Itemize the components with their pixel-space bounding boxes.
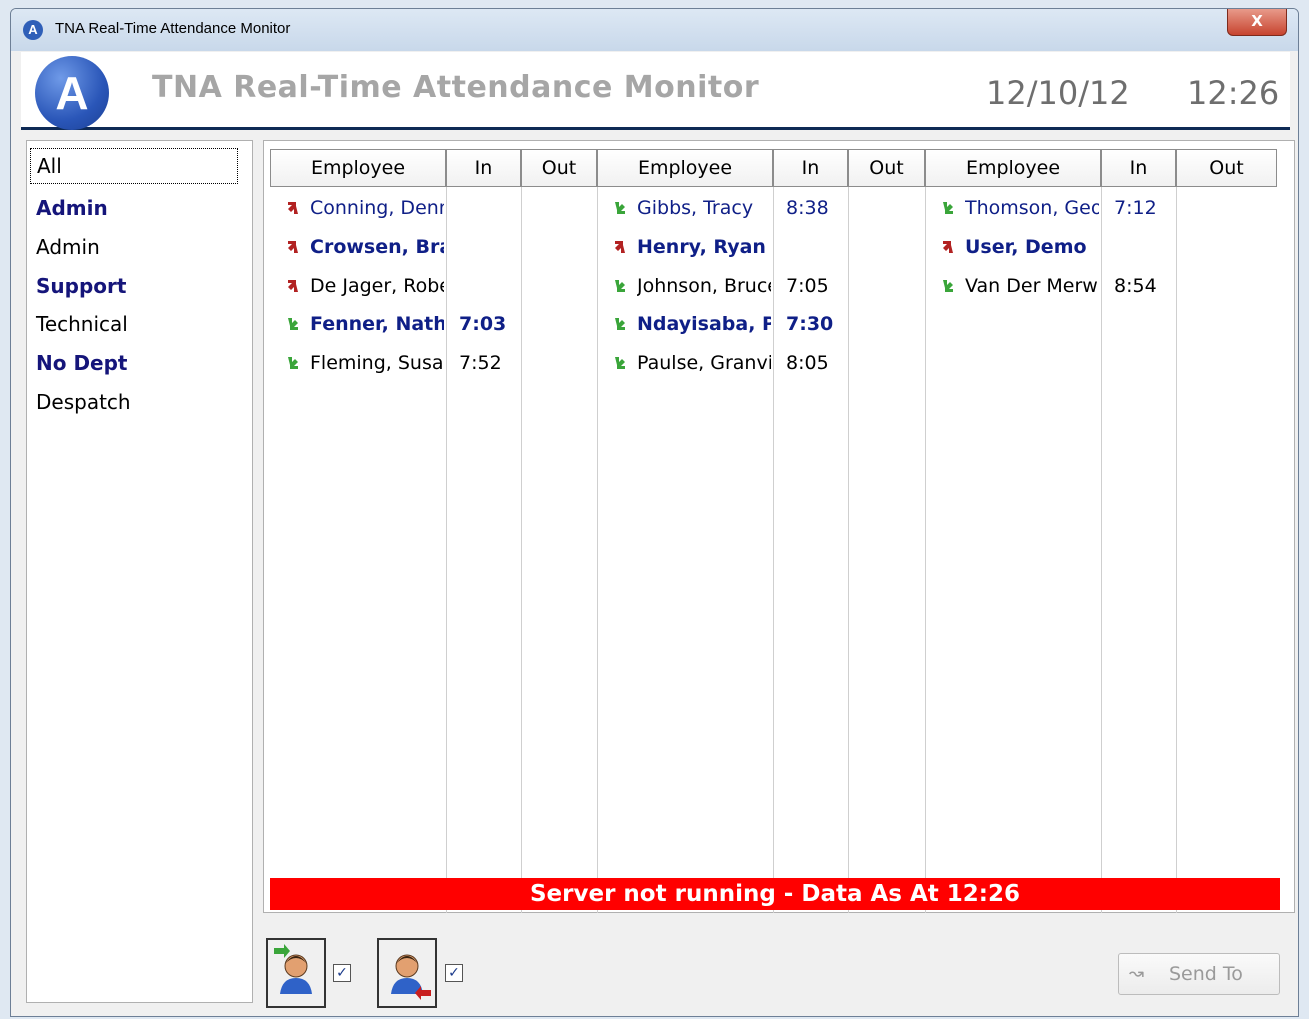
clock-out-arrow-icon (615, 241, 625, 253)
employee-name[interactable]: Johnson, Bruce (637, 275, 771, 297)
app-title: TNA Real-Time Attendance Monitor (152, 70, 760, 105)
column-header-in-1[interactable]: In (446, 149, 521, 187)
clock-in-time: 8:05 (786, 352, 829, 374)
employee-name[interactable]: User, Demo (965, 236, 1099, 258)
clock-in-time: 7:05 (786, 275, 829, 297)
clock-out-arrow-icon (288, 241, 298, 253)
column-divider (773, 187, 774, 913)
employee-out-icon (391, 954, 431, 1000)
server-status-banner: Server not running - Data As At 12:26 (270, 878, 1280, 910)
window-title: TNA Real-Time Attendance Monitor (55, 20, 291, 37)
column-divider (597, 187, 598, 913)
column-header-employee-1[interactable]: Employee (270, 149, 446, 187)
column-divider (521, 187, 522, 913)
main-window: A TNA Real-Time Attendance Monitor X A T… (10, 8, 1299, 1017)
column-header-out-1[interactable]: Out (521, 149, 597, 187)
clock-in-time: 8:54 (1114, 275, 1157, 297)
employee-name[interactable]: Fenner, Nath: (310, 313, 444, 335)
clock-in-arrow-icon (615, 280, 625, 292)
clock-in-time: 7:03 (459, 313, 507, 335)
show-out-checkbox[interactable]: ✓ (445, 964, 463, 982)
column-header-in-2[interactable]: In (773, 149, 848, 187)
app-icon: A (23, 20, 43, 40)
column-divider (1176, 187, 1177, 913)
dept-item-support-group[interactable]: Support (36, 274, 126, 298)
dept-item-technical[interactable]: Technical (36, 312, 128, 336)
attendance-grid: Employee In Out Employee In Out Employee In Out C… (263, 140, 1295, 913)
title-bar[interactable]: A TNA Real-Time Attendance Monitor X (11, 9, 1298, 51)
clock-out-arrow-icon (943, 241, 953, 253)
show-clocked-out-button[interactable] (377, 938, 437, 1008)
employee-name[interactable]: De Jager, Robe (310, 275, 444, 297)
clock-in-time: 7:52 (459, 352, 502, 374)
employee-name[interactable]: Henry, Ryan (637, 236, 771, 258)
clock-out-arrow-icon (288, 202, 298, 214)
send-to-button[interactable]: ↝ Send To (1118, 953, 1280, 995)
show-clocked-in-button[interactable] (266, 938, 326, 1008)
header-time: 12:26 (1187, 74, 1280, 112)
clock-out-arrow-icon (288, 280, 298, 292)
dept-item-admin[interactable]: Admin (36, 235, 100, 259)
clock-in-arrow-icon (288, 318, 298, 330)
employee-name[interactable]: Paulse, Granvil (637, 352, 771, 374)
dept-item-no-dept-group[interactable]: No Dept (36, 351, 127, 375)
logo-icon: A (35, 56, 109, 130)
clock-in-arrow-icon (615, 357, 625, 369)
send-icon: ↝ (1129, 963, 1145, 984)
column-header-in-3[interactable]: In (1101, 149, 1176, 187)
clock-in-arrow-icon (943, 280, 953, 292)
send-to-label: Send To (1169, 963, 1243, 985)
column-header-out-3[interactable]: Out (1176, 149, 1277, 187)
column-header-out-2[interactable]: Out (848, 149, 925, 187)
column-divider (446, 187, 447, 913)
header-date: 12/10/12 (986, 74, 1130, 112)
employee-name[interactable]: Van Der Merwı (965, 275, 1099, 297)
employee-in-icon (274, 944, 312, 994)
column-header-employee-2[interactable]: Employee (597, 149, 773, 187)
column-divider (848, 187, 849, 913)
employee-name[interactable]: Gibbs, Tracy (637, 197, 771, 219)
show-in-checkbox[interactable]: ✓ (333, 964, 351, 982)
close-button[interactable]: X (1227, 9, 1287, 36)
clock-in-arrow-icon (615, 202, 625, 214)
column-header-employee-3[interactable]: Employee (925, 149, 1101, 187)
dept-item-admin-group[interactable]: Admin (36, 196, 108, 220)
clock-in-time: 7:30 (786, 313, 834, 335)
employee-name[interactable]: Thomson, Geo (965, 197, 1099, 219)
clock-in-time: 7:12 (1114, 197, 1157, 219)
clock-in-arrow-icon (943, 202, 953, 214)
clock-in-arrow-icon (288, 357, 298, 369)
dept-item-all[interactable]: All (30, 148, 238, 184)
department-list: All Admin Admin Support Technical No Dep… (26, 140, 253, 1003)
app-header: A TNA Real-Time Attendance Monitor 12/10… (21, 52, 1290, 130)
dept-item-despatch[interactable]: Despatch (36, 390, 131, 414)
employee-name[interactable]: Crowsen, Bra (310, 236, 444, 258)
employee-name[interactable]: Conning, Denn (310, 197, 444, 219)
employee-name[interactable]: Fleming, Susar (310, 352, 444, 374)
column-divider (925, 187, 926, 913)
clock-in-arrow-icon (615, 318, 625, 330)
employee-name[interactable]: Ndayisaba, Pı (637, 313, 771, 335)
column-divider (1101, 187, 1102, 913)
clock-in-time: 8:38 (786, 197, 829, 219)
